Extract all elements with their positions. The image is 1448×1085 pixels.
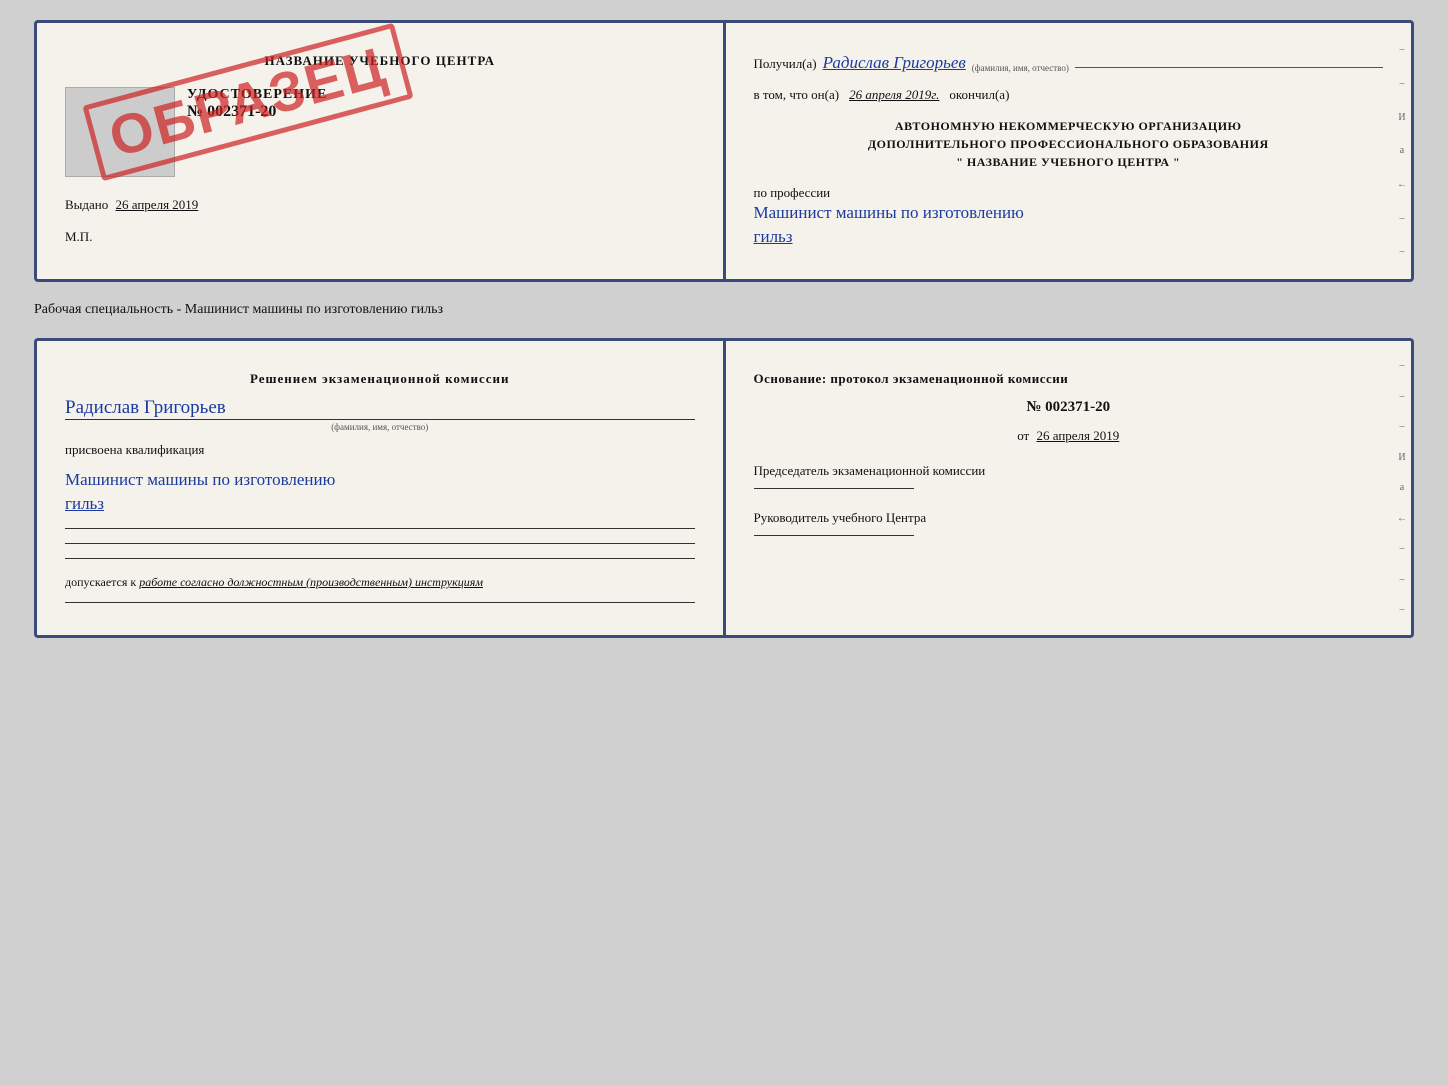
bottom-right-panel: Основание: протокол экзаменационной коми…: [726, 341, 1412, 635]
name-underline-top: [1075, 67, 1383, 68]
bottom-certificate-card: Решением экзаменационной комиссии Радисл…: [34, 338, 1414, 638]
poluchil-row: Получил(а) Радислав Григорьев (фамилия, …: [754, 53, 1384, 73]
name-underline-bottom: [65, 419, 695, 420]
vtom-date: 26 апреля 2019г.: [849, 87, 939, 103]
person-name-bottom-block: Радислав Григорьев (фамилия, имя, отчест…: [65, 397, 695, 433]
ot-date-row: от 26 апреля 2019: [754, 428, 1384, 444]
qualification-text2: гильз: [65, 492, 695, 516]
poluchil-label: Получил(а): [754, 56, 817, 72]
stamp-section: УДОСТОВЕРЕНИЕ № 002371-20: [65, 87, 695, 177]
vtom-row: в том, что он(а) 26 апреля 2019г. окончи…: [754, 87, 1384, 103]
bottom-left-panel: Решением экзаменационной комиссии Радисл…: [37, 341, 723, 635]
specialnost-label: Рабочая специальность - Машинист машины …: [34, 298, 1414, 322]
po-professii-label: по профессии: [754, 185, 1384, 201]
org-line2: ДОПОЛНИТЕЛЬНОГО ПРОФЕССИОНАЛЬНОГО ОБРАЗО…: [754, 135, 1384, 153]
underline-2: [65, 543, 695, 544]
center-name-top: НАЗВАНИЕ УЧЕБНОГО ЦЕНТРА: [65, 53, 695, 69]
udostoverenie-title: УДОСТОВЕРЕНИЕ: [187, 87, 695, 103]
osnovanie-header: Основание: протокол экзаменационной коми…: [754, 371, 1384, 387]
vydano-row: Выдано 26 апреля 2019: [65, 197, 695, 213]
top-certificate-card: НАЗВАНИЕ УЧЕБНОГО ЦЕНТРА УДОСТОВЕРЕНИЕ №…: [34, 20, 1414, 282]
dopuskaetsya-text: работе согласно должностным (производств…: [139, 575, 483, 589]
side-labels-top: – – И а ← – –: [1393, 23, 1411, 279]
profession-text2: гильз: [754, 225, 1384, 249]
org-line1: АВТОНОМНУЮ НЕКОММЕРЧЕСКУЮ ОРГАНИЗАЦИЮ: [754, 117, 1384, 135]
dopuskaetsya-label: допускается к: [65, 575, 136, 589]
profession-text: Машинист машины по изготовлению: [754, 201, 1384, 225]
vydano-label: Выдано: [65, 197, 108, 212]
rukovoditel-block: Руководитель учебного Центра: [754, 509, 1384, 538]
side-labels-bottom: – – – И а ← – – –: [1393, 341, 1411, 635]
person-name-bottom: Радислав Григорьев: [65, 397, 695, 420]
qualification-block: Машинист машины по изготовлению гильз: [65, 468, 695, 516]
underline-1: [65, 528, 695, 529]
ot-date-value: 26 апреля 2019: [1036, 428, 1119, 443]
okonchil-label: окончил(а): [949, 87, 1009, 103]
org-line3: " НАЗВАНИЕ УЧЕБНОГО ЦЕНТРА ": [754, 153, 1384, 171]
udostoverenie-block: УДОСТОВЕРЕНИЕ № 002371-20: [187, 87, 695, 121]
ot-label: от: [1017, 428, 1029, 443]
seal-placeholder: [65, 87, 175, 177]
person-name-top: Радислав Григорьев: [823, 53, 966, 73]
predsedatel-title: Председатель экзаменационной комиссии: [754, 462, 1384, 480]
udostoverenie-number: № 002371-20: [187, 103, 695, 121]
po-professii-block: по профессии Машинист машины по изготовл…: [754, 185, 1384, 249]
vydano-date: 26 апреля 2019: [116, 197, 199, 212]
rukovoditel-sig-line: [754, 535, 914, 536]
top-left-panel: НАЗВАНИЕ УЧЕБНОГО ЦЕНТРА УДОСТОВЕРЕНИЕ №…: [37, 23, 723, 279]
predsedatel-block: Председатель экзаменационной комиссии: [754, 462, 1384, 491]
resheniyem-header: Решением экзаменационной комиссии: [65, 371, 695, 387]
mp-label: М.П.: [65, 229, 695, 245]
fio-hint-top: (фамилия, имя, отчество): [972, 63, 1069, 73]
prisvoena-label: присвоена квалификация: [65, 442, 695, 458]
qualification-text: Машинист машины по изготовлению: [65, 468, 695, 492]
predsedatel-sig-line: [754, 488, 914, 489]
underline-4: [65, 602, 695, 603]
underline-3: [65, 558, 695, 559]
dopuskaetsya-block: допускается к работе согласно должностны…: [65, 575, 695, 590]
protocol-num: № 002371-20: [754, 399, 1384, 416]
org-block: АВТОНОМНУЮ НЕКОММЕРЧЕСКУЮ ОРГАНИЗАЦИЮ ДО…: [754, 117, 1384, 171]
top-right-panel: Получил(а) Радислав Григорьев (фамилия, …: [726, 23, 1412, 279]
vtom-prefix: в том, что он(а): [754, 87, 840, 103]
fio-hint-bottom: (фамилия, имя, отчество): [65, 422, 695, 432]
rukovoditel-title: Руководитель учебного Центра: [754, 509, 1384, 527]
